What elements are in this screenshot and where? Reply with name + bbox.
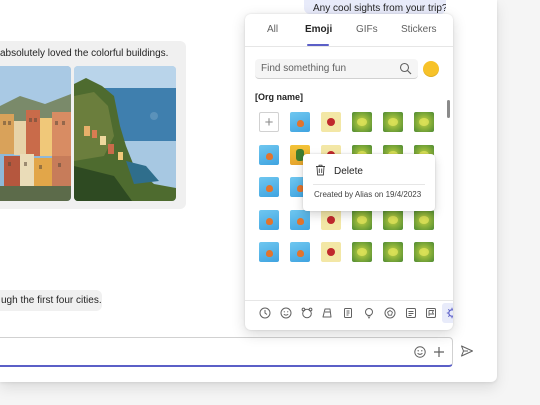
incoming-message-text-2: ugh the first four cities. <box>1 295 102 306</box>
custom-emoji-bird[interactable] <box>290 242 310 262</box>
trash-icon <box>315 164 326 176</box>
compose-box[interactable] <box>0 337 453 367</box>
emoji-context-menu: Delete Created by Alias on 19/4/2023 <box>303 154 435 211</box>
tab-emoji[interactable]: Emoji <box>305 24 332 35</box>
custom-emoji-lemon[interactable] <box>352 210 372 230</box>
delete-label: Delete <box>334 166 363 177</box>
objects-icon[interactable] <box>380 303 400 323</box>
custom-emoji-bird[interactable] <box>259 177 279 197</box>
symbols-icon[interactable] <box>401 303 421 323</box>
custom-emoji-lemon[interactable] <box>383 112 403 132</box>
incoming-message-bubble-2: ugh the first four cities. <box>0 290 102 311</box>
photo-coastal-village[interactable] <box>74 66 176 201</box>
outgoing-message-bubble: Any cool sights from your trip?? <box>304 0 446 14</box>
food-icon[interactable] <box>317 303 337 323</box>
photo-colorful-buildings[interactable] <box>0 66 71 201</box>
custom-emoji-lemon[interactable] <box>352 242 372 262</box>
custom-emoji-berry[interactable] <box>321 210 341 230</box>
send-icon[interactable] <box>460 344 474 358</box>
tab-divider <box>245 46 453 47</box>
add-attachment-icon[interactable] <box>431 344 447 360</box>
recent-icon[interactable] <box>255 303 275 323</box>
smiley-icon[interactable] <box>276 303 296 323</box>
custom-emoji-bird[interactable] <box>290 112 310 132</box>
emoji-button-icon[interactable] <box>412 344 428 360</box>
custom-emoji-bird[interactable] <box>259 145 279 165</box>
category-divider <box>245 300 453 301</box>
custom-emoji-lemon[interactable] <box>383 210 403 230</box>
emoji-search <box>255 59 418 79</box>
skin-tone-button[interactable] <box>423 61 439 77</box>
activity-icon[interactable] <box>359 303 379 323</box>
menu-divider <box>313 184 425 185</box>
created-by-text: Created by Alias on 19/4/2023 <box>314 190 422 199</box>
photo-coastal-village-image <box>74 66 176 201</box>
custom-emoji-bird[interactable] <box>259 210 279 230</box>
tab-gifs[interactable]: GIFs <box>356 24 378 35</box>
category-bar <box>255 303 453 325</box>
picker-tabs: All Emoji GIFs Stickers <box>245 14 453 46</box>
outgoing-message-text: Any cool sights from your trip?? <box>313 3 446 14</box>
org-section-title: [Org name] <box>255 92 304 102</box>
tab-stickers[interactable]: Stickers <box>401 24 437 35</box>
custom-emoji-lemon[interactable] <box>352 112 372 132</box>
photo-colorful-buildings-image <box>0 66 71 201</box>
custom-emoji-lemon[interactable] <box>414 112 434 132</box>
delete-menu-item[interactable]: Delete <box>303 154 435 184</box>
custom-emoji-berry[interactable] <box>321 112 341 132</box>
travel-icon[interactable] <box>338 303 358 323</box>
animal-icon[interactable] <box>297 303 317 323</box>
custom-emoji-lemon[interactable] <box>414 210 434 230</box>
custom-emoji-berry[interactable] <box>321 242 341 262</box>
picker-scrollbar[interactable] <box>447 100 450 118</box>
custom-org-icon[interactable] <box>442 303 453 323</box>
custom-emoji-lemon[interactable] <box>414 242 434 262</box>
custom-emoji-bird[interactable] <box>290 210 310 230</box>
incoming-message-bubble: absolutely loved the colorful buildings. <box>0 41 186 209</box>
emoji-search-input[interactable] <box>255 59 395 78</box>
incoming-message-text: absolutely loved the colorful buildings. <box>0 48 169 59</box>
tab-all[interactable]: All <box>267 24 278 35</box>
custom-emoji-lemon[interactable] <box>383 242 403 262</box>
flags-icon[interactable] <box>421 303 441 323</box>
custom-emoji-bird[interactable] <box>259 242 279 262</box>
search-icon <box>399 62 412 75</box>
add-custom-emoji-button[interactable]: + <box>259 112 279 132</box>
